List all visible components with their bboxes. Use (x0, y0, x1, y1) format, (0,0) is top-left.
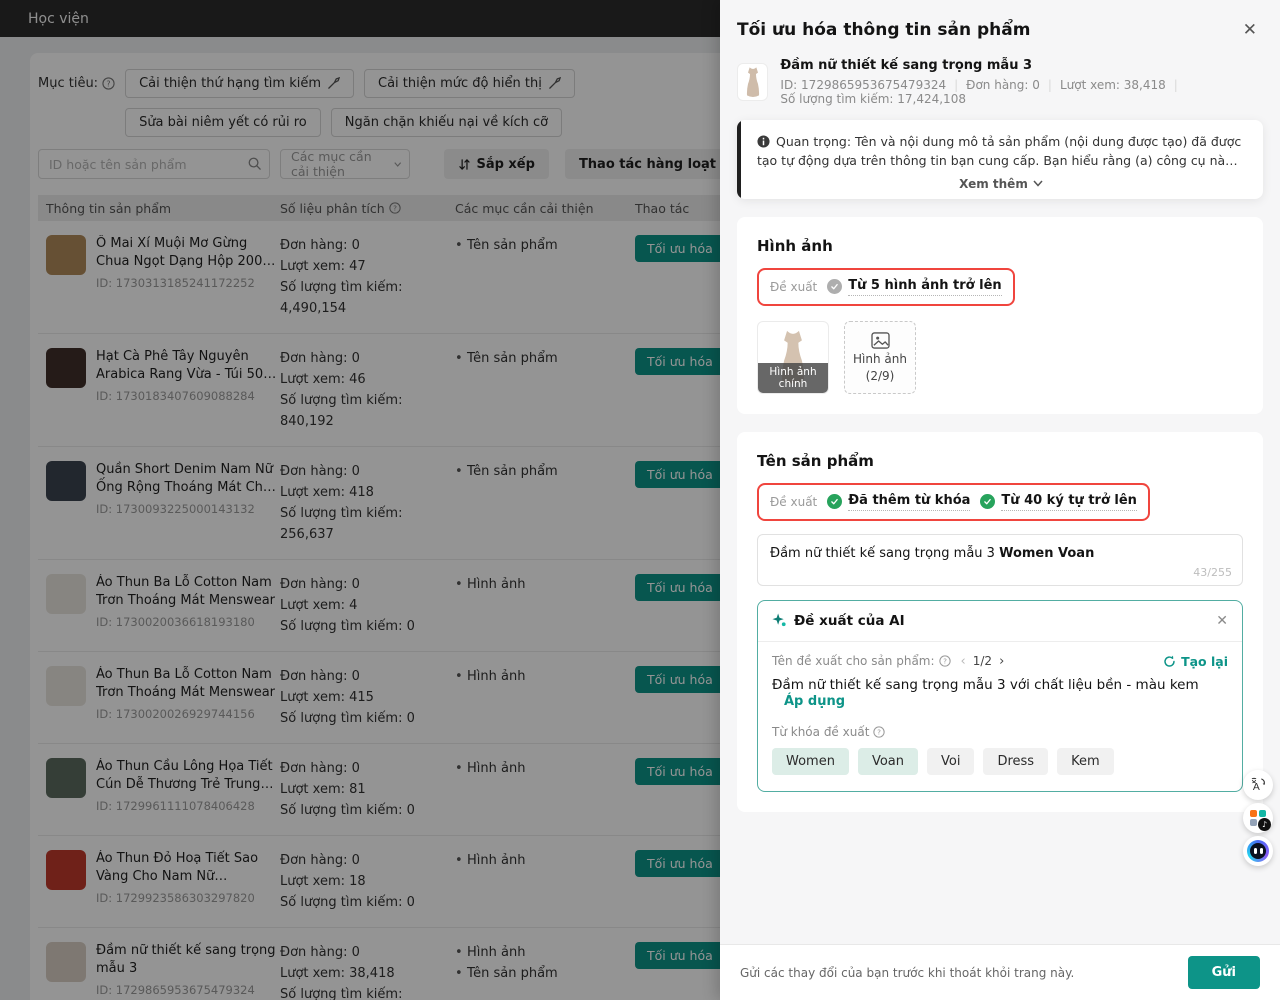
info-icon (757, 135, 770, 148)
panel-title: Tối ưu hóa thông tin sản phẩm (737, 20, 1030, 40)
chevron-down-icon (1033, 180, 1043, 187)
translate-icon: A (1250, 777, 1267, 794)
sparkle-icon (772, 613, 787, 628)
optimize-product-panel: Tối ưu hóa thông tin sản phẩm ✕ Đầm nữ t… (720, 0, 1280, 1000)
svg-text:?: ? (943, 657, 947, 666)
product-thumbnail (737, 63, 768, 101)
ai-assistant-icon (1247, 840, 1269, 862)
help-icon[interactable]: ? (939, 655, 951, 667)
page-indicator: 1/2 (973, 654, 992, 668)
tiktok-apps-button[interactable]: ♪ (1243, 803, 1273, 833)
help-icon[interactable]: ? (873, 726, 885, 738)
footer-hint: Gửi các thay đổi của bạn trước khi thoát… (740, 966, 1074, 980)
notice-text: Quan trọng: Tên và nội dung mô tả sản ph… (757, 134, 1241, 171)
ai-box-title: Đề xuất của AI (794, 613, 905, 629)
keyword-chip[interactable]: Voan (858, 748, 918, 775)
char-counter: 43/255 (1193, 566, 1232, 579)
next-page-icon[interactable]: › (999, 654, 1004, 669)
image-icon (871, 332, 890, 349)
keyword-chip[interactable]: Dress (983, 748, 1048, 775)
main-image-label: Hình ảnh chính (758, 363, 828, 393)
prev-page-icon[interactable]: ‹ (961, 654, 966, 669)
ai-assistant-button[interactable] (1243, 836, 1273, 866)
suggestion-pager: ‹ 1/2 › (961, 654, 1005, 669)
modal-dim-overlay[interactable] (0, 0, 720, 1000)
check-icon-gray (827, 279, 842, 294)
translate-button[interactable]: A (1243, 770, 1273, 800)
close-icon[interactable]: ✕ (1237, 20, 1263, 41)
length-rule[interactable]: Từ 40 ký tự trở lên (980, 493, 1137, 511)
keyword-chip[interactable]: Women (772, 748, 849, 775)
keyword-chip[interactable]: Kem (1057, 748, 1114, 775)
legal-notice: Quan trọng: Tên và nội dung mô tả sản ph… (737, 120, 1263, 199)
svg-text:A: A (1252, 782, 1259, 793)
check-icon-green (827, 494, 842, 509)
regenerate-button[interactable]: Tạo lại (1163, 654, 1228, 669)
keyword-chips: Women Voan Voi Dress Kem (772, 748, 1228, 775)
svg-text:?: ? (877, 727, 881, 736)
image-section-card: Hình ảnh Đề xuất Từ 5 hình ảnh trở lên H… (737, 217, 1263, 414)
ai-suggested-name: Đầm nữ thiết kế sang trọng mẫu 3 với chấ… (772, 677, 1228, 709)
check-icon-green (980, 494, 995, 509)
product-summary: Đầm nữ thiết kế sang trọng mẫu 3 ID: 172… (737, 58, 1263, 106)
add-image-button[interactable]: Hình ảnh (2/9) (844, 321, 916, 394)
keywords-label: Từ khóa đề xuất ? (772, 725, 1228, 739)
name-section-title: Tên sản phẩm (757, 452, 1243, 470)
main-product-image[interactable]: Hình ảnh chính (757, 321, 829, 394)
refresh-icon (1163, 655, 1176, 668)
product-name: Đầm nữ thiết kế sang trọng mẫu 3 (780, 58, 1263, 73)
see-more-link[interactable]: Xem thêm (757, 177, 1245, 191)
ai-suggestion-box: Đề xuất của AI ✕ Tên đề xuất cho sản phẩ… (757, 600, 1243, 792)
panel-footer: Gửi các thay đổi của bạn trước khi thoát… (720, 944, 1280, 1000)
tiktok-badge-icon: ♪ (1258, 818, 1271, 831)
image-suggestion-highlight: Đề xuất Từ 5 hình ảnh trở lên (757, 268, 1015, 306)
keyword-chip[interactable]: Voi (927, 748, 974, 775)
ai-suggestion-label: Tên đề xuất cho sản phẩm: ? (772, 654, 951, 668)
image-section-title: Hình ảnh (757, 237, 1243, 255)
image-rule[interactable]: Từ 5 hình ảnh trở lên (827, 278, 1001, 296)
keyword-rule[interactable]: Đã thêm từ khóa (827, 493, 970, 511)
product-name-input[interactable]: Đầm nữ thiết kế sang trọng mẫu 3 Women V… (757, 534, 1243, 586)
notice-accent-bar (737, 120, 741, 199)
name-suggestion-highlight: Đề xuất Đã thêm từ khóa Từ 40 ký tự trở … (757, 483, 1150, 521)
name-section-card: Tên sản phẩm Đề xuất Đã thêm từ khóa Từ … (737, 432, 1263, 812)
product-meta: ID: 1729865953675479324|Đơn hàng: 0|Lượt… (780, 78, 1263, 106)
close-icon[interactable]: ✕ (1216, 614, 1228, 628)
submit-button[interactable]: Gửi (1188, 956, 1260, 989)
floating-toolbar: A ♪ (1243, 770, 1273, 866)
apply-button[interactable]: Áp dụng (784, 694, 845, 709)
dress-image (742, 66, 764, 98)
